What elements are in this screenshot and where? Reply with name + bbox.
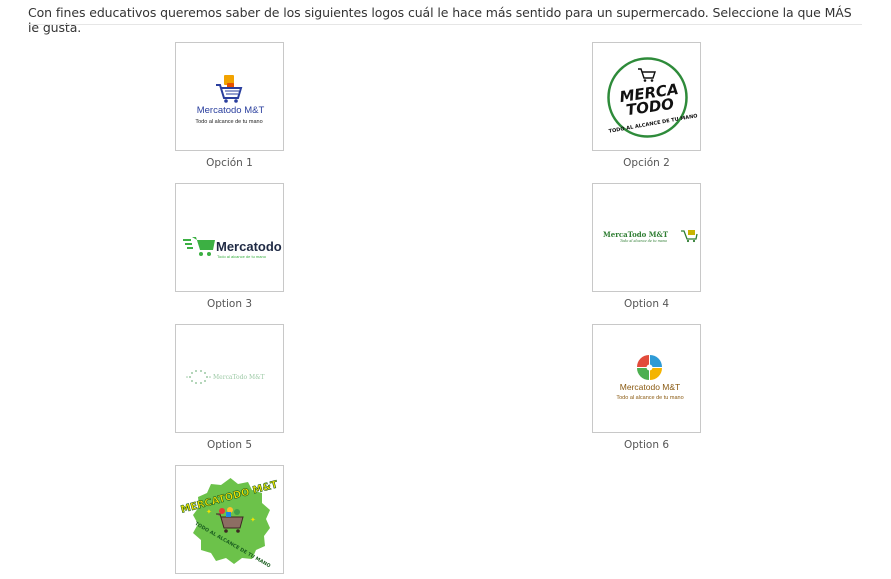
fast-cart-icon <box>183 237 215 256</box>
option-7-image[interactable]: MERCATODO M&T ✦ ✦ TODO AL ALCANCE DE TU … <box>175 465 284 574</box>
option-4-caption[interactable]: Option 4 <box>592 298 701 310</box>
option-3[interactable]: Mercatodo Todo al alcance de tu mano Opt… <box>175 183 285 310</box>
logo-title: Mercatodo <box>216 239 282 254</box>
logo-title: Mercatodo M&T <box>197 105 265 116</box>
option-5-caption[interactable]: Option 5 <box>175 439 284 451</box>
logo-tagline: Todo al alcance de tu mano <box>217 254 267 259</box>
option-4[interactable]: MercaTodo M&T Todo al alcance de tu mano… <box>592 183 702 310</box>
sparkle-icon: ✦ <box>206 508 212 516</box>
logo-tagline: Todo al alcance de tu mano <box>616 395 683 401</box>
option-3-image[interactable]: Mercatodo Todo al alcance de tu mano <box>175 183 284 292</box>
sparkle-icon: ✦ <box>250 516 256 524</box>
logo-title: MercaTodo M&T <box>603 230 669 239</box>
dotted-circle-icon <box>186 370 211 384</box>
logo-title: MercaTodo M&T <box>213 374 265 381</box>
option-6[interactable]: Mercatodo M&T Todo al alcance de tu mano… <box>592 324 702 451</box>
logo-tagline: Todo al alcance de tu mano <box>620 239 667 243</box>
option-1[interactable]: Mercatodo M&T Todo al alcance de tu mano… <box>175 42 285 169</box>
shopping-cart-icon <box>681 230 698 243</box>
option-7[interactable]: MERCATODO M&T ✦ ✦ TODO AL ALCANCE DE TU … <box>175 465 285 574</box>
option-2-image[interactable]: MERCA TODO TODO AL ALCANCE DE TU MANO <box>592 42 701 151</box>
option-4-image[interactable]: MercaTodo M&T Todo al alcance de tu mano <box>592 183 701 292</box>
option-5-image[interactable]: MercaTodo M&T <box>175 324 284 433</box>
question-text: Con fines educativos queremos saber de l… <box>28 5 852 35</box>
option-5[interactable]: MercaTodo M&T Option 5 <box>175 324 285 451</box>
logo-tagline: Todo al alcance de tu mano <box>195 119 262 125</box>
question-divider <box>28 24 862 25</box>
option-1-image[interactable]: Mercatodo M&T Todo al alcance de tu mano <box>175 42 284 151</box>
option-2[interactable]: MERCA TODO TODO AL ALCANCE DE TU MANO Op… <box>592 42 702 169</box>
logo-title: Mercatodo M&T <box>620 382 680 392</box>
option-1-caption[interactable]: Opción 1 <box>175 157 284 169</box>
shopping-cart-icon <box>216 75 243 103</box>
option-2-caption[interactable]: Opción 2 <box>592 157 701 169</box>
option-3-caption[interactable]: Option 3 <box>175 298 284 310</box>
option-6-caption[interactable]: Option 6 <box>592 439 701 451</box>
four-petal-icon <box>637 355 662 380</box>
option-6-image[interactable]: Mercatodo M&T Todo al alcance de tu mano <box>592 324 701 433</box>
